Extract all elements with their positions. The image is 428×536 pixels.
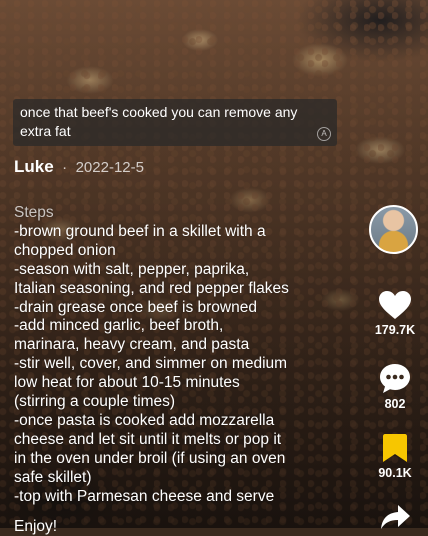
- description-line: -brown ground beef in a skillet with a: [14, 222, 266, 240]
- description-line: chopped onion: [14, 241, 116, 259]
- author-name[interactable]: Luke: [14, 157, 54, 176]
- creator-avatar[interactable]: [369, 205, 418, 254]
- author-separator: ·: [62, 159, 68, 176]
- video-caption: once that beef's cooked you can remove a…: [13, 99, 337, 146]
- description-line: -season with salt, pepper, paprika,: [14, 260, 250, 278]
- post-date: 2022-12-5: [75, 159, 144, 176]
- description-line: in the oven under broil (if using an ove…: [14, 449, 286, 467]
- comment-bubble-icon: [380, 364, 410, 393]
- save-button[interactable]: 90.1K: [368, 433, 422, 480]
- save-count: 90.1K: [378, 466, 412, 480]
- description-line: low heat for about 10-15 minutes: [14, 374, 240, 392]
- description-line: -once pasta is cooked add mozzarella: [14, 411, 275, 429]
- description-partial-line: Enjoy!: [14, 518, 58, 535]
- description-line: -stir well, cover, and simmer on medium: [14, 355, 288, 373]
- bookmark-icon: [383, 434, 407, 462]
- description-heading: Steps: [14, 204, 54, 221]
- description-line: Italian seasoning, and red pepper flakes: [14, 279, 289, 297]
- description-line: (stirring a couple times): [14, 393, 176, 411]
- description-line: safe skillet): [14, 468, 92, 486]
- comment-button[interactable]: 802: [368, 362, 422, 411]
- description-line: -drain grease once beef is browned: [14, 298, 257, 316]
- description-line: cheese and let sit until it melts or pop…: [14, 430, 282, 448]
- caption-text: once that beef's cooked you can remove a…: [20, 104, 298, 139]
- post-description[interactable]: Steps -brown ground beef in a skillet wi…: [14, 204, 354, 507]
- like-count: 179.7K: [374, 323, 416, 337]
- description-line: marinara, heavy cream, and pasta: [14, 336, 250, 354]
- comment-count: 802: [384, 397, 406, 411]
- heart-icon: [379, 291, 411, 319]
- author-row: Luke · 2022-12-5: [14, 157, 144, 177]
- share-arrow-icon: [381, 505, 410, 529]
- description-line: -top with Parmesan cheese and serve: [14, 487, 275, 505]
- share-button[interactable]: [368, 503, 422, 531]
- like-button[interactable]: 179.7K: [368, 290, 422, 337]
- translate-icon[interactable]: A: [317, 127, 331, 141]
- description-line: -add minced garlic, beef broth,: [14, 317, 224, 335]
